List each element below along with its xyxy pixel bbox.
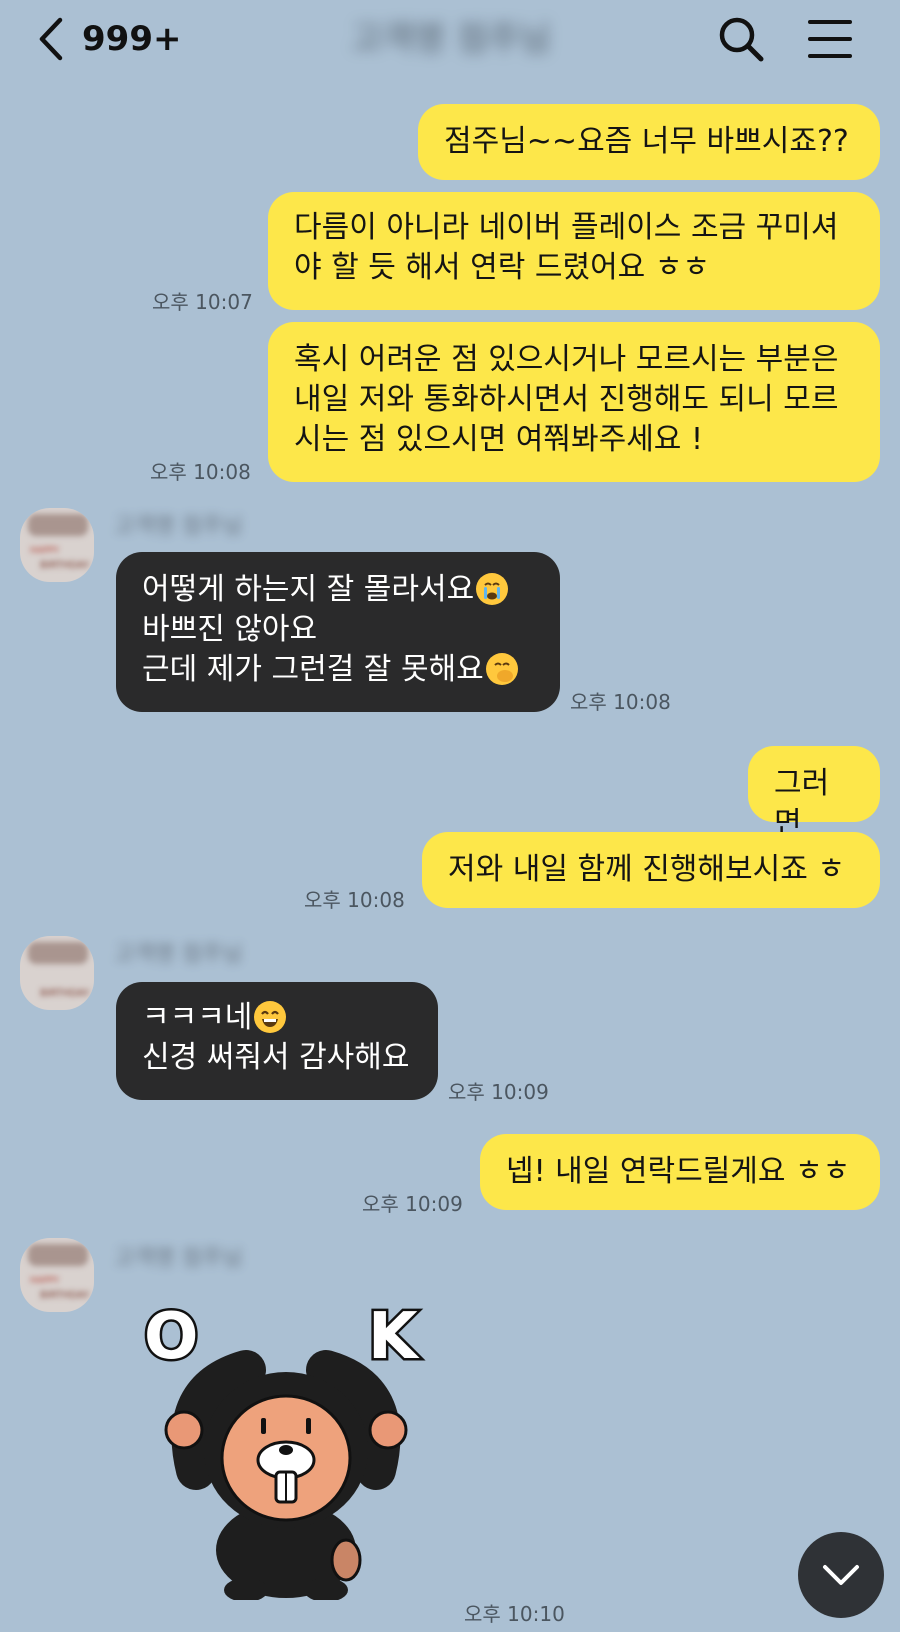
message-time: 오후 10:10 bbox=[464, 1602, 565, 1626]
message-bubble-theirs[interactable]: ㅋㅋㅋ네 신경 써줘서 감사해요 bbox=[116, 982, 438, 1100]
menu-button[interactable] bbox=[806, 14, 854, 64]
avatar-text: BIRTHDAY bbox=[40, 560, 90, 571]
back-chevron-icon bbox=[39, 17, 63, 61]
menu-icon bbox=[808, 20, 852, 58]
message-bubble-mine[interactable]: 저와 내일 함께 진행해보시죠 ㅎ bbox=[422, 832, 880, 908]
beaver-ok-sticker-icon: O K bbox=[142, 1298, 423, 1602]
message-bubble-mine[interactable]: 점주님~~요즘 너무 바쁘시죠?? bbox=[418, 104, 880, 180]
search-icon bbox=[719, 17, 764, 62]
avatar-text: BIRTHDAY bbox=[40, 988, 90, 999]
unread-count: 999+ bbox=[82, 19, 182, 59]
avatar[interactable]: HAPPY BIRTHDAY bbox=[20, 508, 94, 582]
message-time: 오후 10:09 bbox=[362, 1192, 463, 1216]
avatar-text: HAPPY bbox=[30, 546, 60, 556]
message-bubble-mine[interactable]: 혹시 어려운 점 있으시거나 모르시는 부분은 내일 저와 통화하시면서 진행해… bbox=[268, 322, 880, 482]
sender-name: 고객명 점주님 bbox=[114, 942, 243, 967]
message-time: 오후 10:08 bbox=[150, 460, 251, 484]
message-time: 오후 10:07 bbox=[152, 290, 253, 314]
svg-text:O: O bbox=[144, 1300, 198, 1374]
scroll-down-icon bbox=[823, 1565, 859, 1585]
message-bubble-theirs[interactable]: 어떻게 하는지 잘 몰라서요 바쁘진 않아요 근데 제가 그런걸 잘 못해요 bbox=[116, 552, 560, 712]
chat-header: 999+ 고객명 점주님 bbox=[0, 0, 900, 80]
message-bubble-mine[interactable]: 넵! 내일 연락드릴게요 ㅎㅎ bbox=[480, 1134, 880, 1210]
chat-title[interactable]: 고객명 점주님 bbox=[296, 18, 606, 60]
grinning-emoji-icon bbox=[254, 1001, 287, 1033]
hand-over-mouth-emoji-icon bbox=[485, 653, 518, 685]
message-time: 오후 10:08 bbox=[304, 888, 405, 912]
message-line: ㅋㅋㅋ네 bbox=[142, 1000, 253, 1035]
sender-name: 고객명 점주님 bbox=[114, 1246, 243, 1271]
message-bubble-mine[interactable]: 그러면 bbox=[748, 746, 880, 841]
message-line: 어떻게 하는지 잘 몰라서요 bbox=[142, 572, 475, 607]
message-line: 신경 써줘서 감사해요 bbox=[142, 1040, 410, 1075]
avatar-text: BIRTHDAY bbox=[40, 1290, 90, 1301]
avatar[interactable]: BIRTHDAY bbox=[20, 936, 94, 1010]
sender-name: 고객명 점주님 bbox=[114, 514, 243, 539]
message-line: 바쁘진 않아요 bbox=[142, 612, 318, 647]
search-button[interactable] bbox=[716, 14, 766, 64]
ok-sticker[interactable]: O K bbox=[136, 1298, 436, 1602]
avatar-text: HAPPY bbox=[30, 1276, 60, 1286]
scroll-to-bottom-button[interactable] bbox=[798, 1532, 884, 1618]
message-bubble-mine[interactable]: 다름이 아니라 네이버 플레이스 조금 꾸미셔 야 할 듯 해서 연락 드렸어요… bbox=[268, 192, 880, 310]
message-line: 근데 제가 그런걸 잘 못해요 bbox=[142, 652, 484, 687]
message-time: 오후 10:08 bbox=[570, 690, 671, 714]
crying-emoji-icon bbox=[476, 573, 509, 605]
svg-text:K: K bbox=[368, 1300, 420, 1374]
avatar[interactable]: HAPPY BIRTHDAY bbox=[20, 1238, 94, 1312]
message-time: 오후 10:09 bbox=[448, 1080, 549, 1104]
back-button[interactable] bbox=[36, 14, 72, 64]
